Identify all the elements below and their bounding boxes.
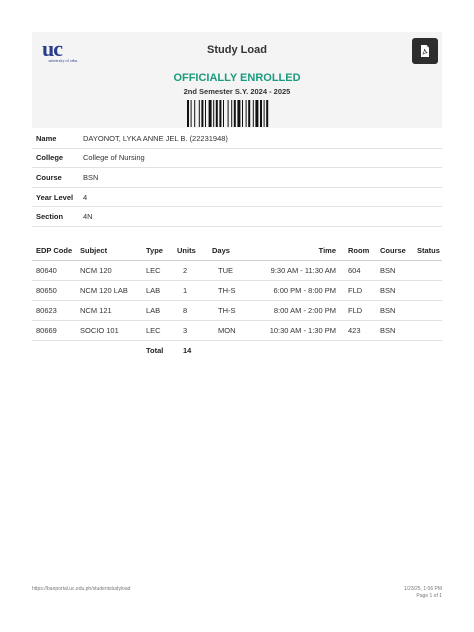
edp-code-cell: 80669 — [32, 320, 80, 341]
print-datetime: 1/23/25, 1:06 PM — [403, 586, 442, 592]
info-row-college: College College of Nursing — [32, 149, 442, 169]
column-header-status: Status — [413, 242, 442, 261]
student-info: Name DAYONOT, LYKA ANNE JEL B. (22231948… — [32, 129, 442, 227]
room-cell: 423 — [340, 320, 376, 341]
schedule-table: EDP Code Subject Type Units Days Time Ro… — [32, 242, 442, 360]
table-row: 80640 NCM 120 LEC 2 TUE 9:30 AM - 11:30 … — [32, 260, 442, 281]
empty-cell — [80, 340, 146, 360]
column-header-subject: Subject — [80, 242, 146, 261]
days-cell: TH-S — [212, 300, 255, 321]
course-label: Course — [36, 172, 62, 182]
edp-code-cell: 80623 — [32, 300, 80, 321]
student-course: BSN — [83, 172, 99, 182]
status-cell — [413, 300, 442, 321]
time-cell: 8:00 AM - 2:00 PM — [255, 300, 340, 321]
pdf-file-icon — [421, 45, 429, 57]
type-cell: LAB — [146, 280, 177, 301]
info-row-year: Year Level 4 — [32, 188, 442, 208]
table-row: 80669 SOCIO 101 LEC 3 MON 10:30 AM - 1:3… — [32, 320, 442, 341]
total-row: Total 14 — [32, 340, 442, 360]
course-cell: BSN — [376, 320, 413, 341]
column-header-edp-code: EDP Code — [32, 242, 80, 261]
subject-cell: NCM 120 LAB — [80, 280, 146, 301]
course-cell: BSN — [376, 280, 413, 301]
units-cell: 2 — [177, 260, 212, 281]
column-header-course: Course — [376, 242, 413, 261]
subject-cell: NCM 121 — [80, 300, 146, 321]
empty-cell — [340, 340, 376, 360]
time-cell: 9:30 AM - 11:30 AM — [255, 260, 340, 281]
year-level-label: Year Level — [36, 192, 74, 202]
column-header-type: Type — [146, 242, 177, 261]
enrollment-status: OFFICIALLY ENROLLED — [173, 72, 301, 84]
page-number: Page 1 of 1 — [416, 592, 442, 599]
name-label: Name — [36, 133, 57, 143]
empty-cell — [255, 340, 340, 360]
student-section: 4N — [83, 212, 93, 222]
empty-cell — [376, 340, 413, 360]
days-cell: TUE — [212, 260, 255, 281]
total-units: 14 — [183, 345, 192, 355]
semester-label: 2nd Semester S.Y. 2024 - 2025 — [183, 87, 291, 96]
student-year-level: 4 — [83, 192, 88, 202]
page-header: uc university of cebu Study Load — [32, 32, 442, 70]
info-row-section: Section 4N — [32, 207, 442, 227]
units-cell: 8 — [177, 300, 212, 321]
type-cell: LAB — [146, 300, 177, 321]
status-cell — [413, 320, 442, 341]
units-cell: 3 — [177, 320, 212, 341]
course-cell: BSN — [376, 260, 413, 281]
empty-cell — [212, 340, 255, 360]
type-cell: LEC — [146, 260, 177, 281]
column-header-time: Time — [255, 242, 340, 261]
days-cell: MON — [212, 320, 255, 341]
days-cell: TH-S — [212, 280, 255, 301]
course-cell: BSN — [376, 300, 413, 321]
info-row-name: Name DAYONOT, LYKA ANNE JEL B. (22231948… — [32, 129, 442, 149]
status-cell — [413, 280, 442, 301]
table-row: 80650 NCM 120 LAB LAB 1 TH-S 6:00 PM - 8… — [32, 280, 442, 301]
empty-cell — [32, 340, 80, 360]
room-cell: FLD — [340, 280, 376, 301]
logo-text: university of cebu — [48, 58, 78, 63]
column-header-units: Units — [177, 242, 212, 261]
enrollment-status-band: OFFICIALLY ENROLLED 2nd Semester S.Y. 20… — [32, 70, 442, 128]
schedule-header-row: EDP Code Subject Type Units Days Time Ro… — [32, 242, 442, 261]
section-label: Section — [36, 212, 64, 222]
edp-code-cell: 80650 — [32, 280, 80, 301]
college-label: College — [36, 153, 64, 163]
room-cell: FLD — [340, 300, 376, 321]
column-header-days: Days — [212, 242, 255, 261]
total-label: Total — [146, 345, 164, 355]
status-cell — [413, 260, 442, 281]
time-cell: 6:00 PM - 8:00 PM — [255, 280, 340, 301]
download-pdf-button[interactable] — [412, 38, 438, 64]
student-college: College of Nursing — [83, 153, 145, 163]
table-row: 80623 NCM 121 LAB 8 TH-S 8:00 AM - 2:00 … — [32, 300, 442, 321]
empty-cell — [413, 340, 442, 360]
subject-cell: NCM 120 — [80, 260, 146, 281]
column-header-room: Room — [340, 242, 376, 261]
time-cell: 10:30 AM - 1:30 PM — [255, 320, 340, 341]
edp-code-cell: 80640 — [32, 260, 80, 281]
student-name: DAYONOT, LYKA ANNE JEL B. (22231948) — [83, 133, 228, 143]
room-cell: 604 — [340, 260, 376, 281]
page-title: Study Load — [207, 44, 267, 56]
barcode — [187, 100, 269, 127]
type-cell: LEC — [146, 320, 177, 341]
subject-cell: SOCIO 101 — [80, 320, 146, 341]
footer-url: https://banportal.uc.edu.ph/studentstudy… — [32, 586, 131, 592]
units-cell: 1 — [177, 280, 212, 301]
footer-meta: 1/23/25, 1:06 PM Page 1 of 1 — [404, 586, 442, 599]
info-row-course: Course BSN — [32, 168, 442, 188]
